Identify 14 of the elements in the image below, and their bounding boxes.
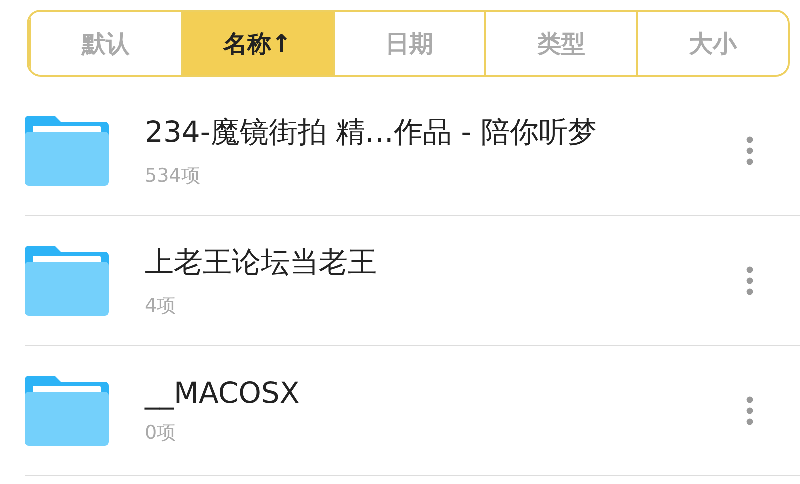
folder-name: 234-魔镜街拍 精…作品 - 陪你听梦 [145,114,598,150]
item-count: 0项 [145,420,178,446]
item-count: 534项 [145,164,202,188]
folder-icon [25,376,109,446]
folder-icon [25,246,109,316]
more-icon[interactable] [746,136,754,166]
item-count: 4项 [145,294,178,318]
folder-icon [25,116,109,186]
folder-name: __MACOSX [145,376,301,410]
sort-tab[interactable]: 名称↑ [180,12,333,75]
more-icon[interactable] [746,266,754,296]
more-icon[interactable] [746,396,754,426]
sort-tab[interactable]: 大小 [636,12,788,75]
folder-name: 上老王论坛当老王 [145,244,378,280]
